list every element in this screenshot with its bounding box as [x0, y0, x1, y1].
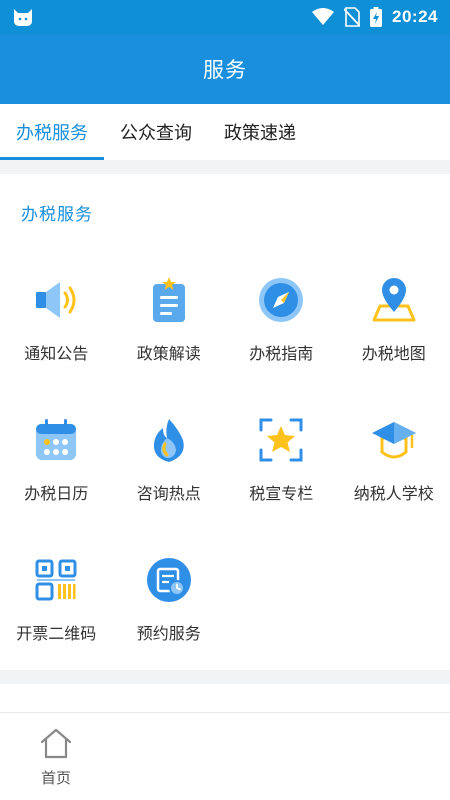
service-label: 咨询热点 [136, 484, 201, 503]
bottom-navigation: 首页 [0, 712, 450, 800]
no-sim-icon [344, 7, 361, 27]
service-label: 预约服务 [136, 624, 201, 643]
graduation-cap-icon [370, 416, 418, 464]
tab-bar: 办税服务 公众查询 政策速递 [0, 104, 450, 160]
service-label: 税宣专栏 [249, 484, 314, 503]
service-item-taxpayer-school[interactable]: 纳税人学校 [338, 410, 450, 550]
service-item-tax-column[interactable]: 税宣专栏 [225, 410, 338, 550]
service-grid: 通知公告 政策解读 办税指南 办税地图 办税日历 咨询热点 税宣专栏 纳税人学校… [0, 270, 450, 690]
document-icon [145, 276, 193, 324]
status-bar: 20:24 [0, 0, 450, 34]
service-item-appointment[interactable]: 预约服务 [113, 550, 226, 690]
service-item-notice[interactable]: 通知公告 [0, 270, 113, 410]
app-notification-icon [14, 9, 32, 26]
service-item-tax-guide[interactable]: 办税指南 [225, 270, 338, 410]
nav-home[interactable]: 首页 [22, 727, 90, 793]
service-label: 办税日历 [24, 484, 89, 503]
speaker-icon [32, 276, 80, 324]
home-icon [40, 728, 72, 759]
service-label: 开票二维码 [16, 624, 97, 643]
tab-public-query[interactable]: 公众查询 [104, 104, 208, 160]
section-title: 办税服务 [21, 205, 93, 225]
service-item-policy-reading[interactable]: 政策解读 [113, 270, 226, 410]
battery-charging-icon [370, 7, 383, 27]
service-label: 办税指南 [249, 344, 314, 363]
service-label: 政策解读 [136, 344, 201, 363]
service-label: 纳税人学校 [353, 484, 434, 503]
flame-phone-icon [145, 416, 193, 464]
tab-tax-services[interactable]: 办税服务 [0, 104, 104, 160]
tab-policy-express[interactable]: 政策速递 [208, 104, 312, 160]
appointment-icon [145, 556, 193, 604]
service-item-tax-calendar[interactable]: 办税日历 [0, 410, 113, 550]
page-title: 服务 [203, 58, 247, 82]
service-label: 办税地图 [361, 344, 426, 363]
qr-code-icon [32, 556, 80, 604]
wifi-icon [312, 8, 335, 25]
services-card: 办税服务 通知公告 政策解读 办税指南 办税地图 办税日历 咨询热点 税宣专栏 … [0, 174, 450, 670]
service-label: 通知公告 [24, 344, 89, 363]
map-pin-icon [370, 276, 418, 324]
star-frame-icon [257, 416, 305, 464]
app-header: 服务 [0, 34, 450, 104]
service-item-hot-topics[interactable]: 咨询热点 [113, 410, 226, 550]
service-item-tax-map[interactable]: 办税地图 [338, 270, 450, 410]
compass-icon [257, 276, 305, 324]
calendar-icon [32, 416, 80, 464]
status-time: 20:24 [392, 7, 438, 26]
service-item-invoice-qr[interactable]: 开票二维码 [0, 550, 113, 690]
nav-home-label: 首页 [40, 769, 71, 787]
next-section-card [0, 684, 450, 714]
